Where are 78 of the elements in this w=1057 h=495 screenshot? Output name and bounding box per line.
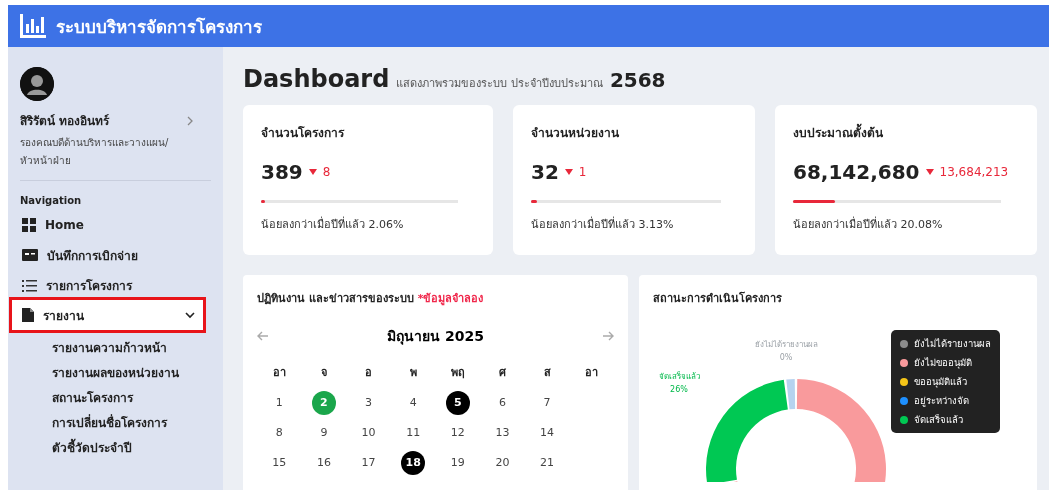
- calendar-day[interactable]: 18: [401, 451, 426, 475]
- calendar-day[interactable]: 14: [535, 421, 560, 445]
- avatar-icon[interactable]: [20, 67, 54, 101]
- list-icon: [22, 278, 37, 292]
- card-icon: [22, 249, 38, 261]
- stat-label: จำนวนหน่วยงาน: [531, 125, 620, 142]
- fiscal-year: 2568: [609, 68, 666, 92]
- calendar-day[interactable]: 16: [311, 451, 336, 475]
- stat-note: น้อยลงกว่าเมื่อปีที่แล้ว 3.13%: [531, 215, 675, 233]
- panel-title: สถานะการดำเนินโครงการ: [653, 290, 783, 307]
- user-role: รองคณบดีด้านบริหารและวางแผน/หัวหน้าฝ่าย: [20, 136, 170, 168]
- calendar-day[interactable]: 3: [356, 391, 381, 415]
- weekday-label: พ: [408, 365, 418, 381]
- page-subtitle: แสดงภาพรวมของระบบ ประจำปีงบประมาณ: [396, 76, 603, 92]
- nav-item[interactable]: บันทึกการเบิกจ่าย: [12, 240, 203, 270]
- segment-label: ยังไม่ได้รายงานผล: [754, 340, 818, 349]
- chevron-down-icon[interactable]: [185, 310, 195, 320]
- calendar-day[interactable]: 10: [356, 421, 381, 445]
- legend-label: ยังไม่ขออนุมัติ: [914, 356, 972, 370]
- calendar-day[interactable]: 5: [445, 391, 470, 415]
- stat-note: น้อยลงกว่าเมื่อปีที่แล้ว 2.06%: [261, 215, 405, 233]
- calendar-day[interactable]: 13: [490, 421, 515, 445]
- stat-value: 68,142,680: [793, 160, 920, 184]
- weekday-label: ส: [542, 365, 552, 381]
- calendar-day[interactable]: 19: [445, 451, 470, 475]
- calendar-day[interactable]: 21: [535, 451, 560, 475]
- weekday-label: อา: [584, 365, 600, 381]
- segment-percent: 26%: [670, 385, 688, 394]
- calendar-day[interactable]: 6: [490, 391, 515, 415]
- page-title: Dashboard: [243, 65, 390, 93]
- calendar-day[interactable]: 1: [267, 391, 292, 415]
- grid-icon: [22, 218, 36, 232]
- calendar-day[interactable]: 17: [356, 451, 381, 475]
- stat-label: งบประมาณตั้งต้น: [793, 123, 1019, 142]
- weekday-label: ศ: [497, 365, 507, 381]
- nav-item[interactable]: รายงาน: [12, 300, 203, 330]
- bar-chart-icon: [20, 14, 46, 38]
- panel-title: ปฏิทินงาน และข่าวสารของระบบ *ข้อมูลจำลอง: [257, 291, 485, 307]
- calendar-day[interactable]: 7: [535, 391, 560, 415]
- nav-item[interactable]: รายการโครงการ: [12, 270, 203, 300]
- month-title: มิถุนายน 2025: [387, 327, 484, 347]
- weekday-label: อา: [271, 365, 287, 381]
- calendar-day[interactable]: 4: [401, 391, 426, 415]
- calendar-day[interactable]: 9: [311, 421, 336, 445]
- legend-label: จัดเสร็จแล้ว: [914, 413, 963, 427]
- document-icon: [22, 308, 34, 322]
- stat-change: 8: [322, 165, 331, 179]
- stat-label: จำนวนโครงการ: [261, 125, 346, 142]
- segment-label: จัดเสร็จแล้ว: [658, 372, 700, 381]
- calendar-day[interactable]: 8: [267, 421, 292, 445]
- nav-subitem[interactable]: สถานะโครงการ: [20, 386, 211, 411]
- nav-subitem[interactable]: การเปลี่ยนชื่อโครงการ: [20, 411, 211, 436]
- next-arrow-icon[interactable]: [602, 331, 614, 341]
- nav-subitem[interactable]: ตัวชี้วัดประจำปี: [20, 436, 211, 461]
- weekday-label: จ: [319, 365, 328, 381]
- stat-value: 389: [261, 160, 303, 184]
- stat-change: 1: [578, 165, 587, 179]
- previous-arrow-icon[interactable]: [257, 331, 269, 341]
- nav-item[interactable]: Home: [12, 210, 203, 240]
- user-name: สิริรัตน์ ทองอินทร์: [20, 113, 110, 130]
- legend-label: ยังไม่ได้รายงานผล: [914, 337, 991, 351]
- section-title: Navigation: [20, 195, 83, 206]
- chevron-right-icon[interactable]: [187, 115, 193, 126]
- calendar-day[interactable]: 11: [401, 421, 426, 445]
- stat-change: 13,684,213: [939, 165, 1009, 179]
- segment-percent: 0%: [779, 353, 793, 362]
- app-title: ระบบบริหารจัดการโครงการ: [56, 15, 262, 39]
- nav-subitem[interactable]: รายงานผลของหน่วยงาน: [20, 361, 211, 386]
- stat-value: 32: [531, 160, 559, 184]
- calendar-day[interactable]: 20: [490, 451, 515, 475]
- weekday-label: อ: [364, 365, 374, 381]
- calendar-day[interactable]: 12: [445, 421, 470, 445]
- calendar-day[interactable]: 15: [267, 451, 292, 475]
- legend-label: อยู่ระหว่างจัด: [914, 394, 969, 408]
- weekday-label: พฤ: [449, 365, 466, 381]
- stat-note: น้อยลงกว่าเมื่อปีที่แล้ว 20.08%: [793, 215, 944, 233]
- nav-subitem[interactable]: รายงานความก้าวหน้า: [20, 336, 211, 361]
- legend-label: ขออนุมัติแล้ว: [914, 375, 967, 389]
